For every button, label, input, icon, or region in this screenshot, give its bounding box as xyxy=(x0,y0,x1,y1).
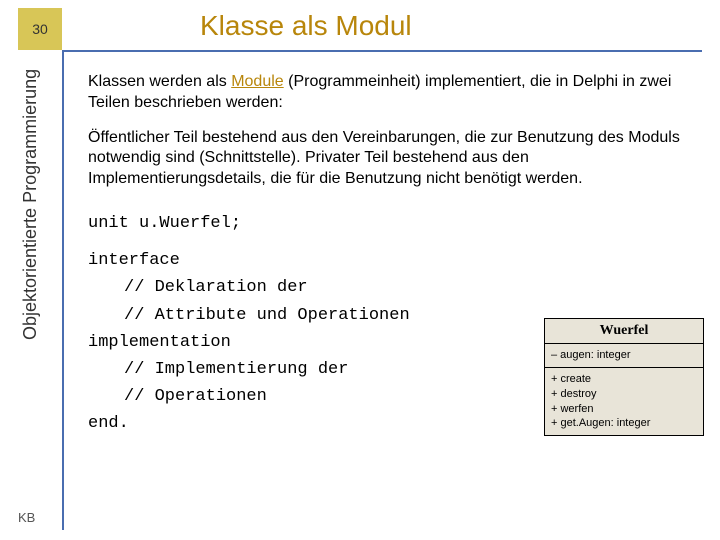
uml-attr: – augen: integer xyxy=(551,348,697,363)
code-line: unit u.Wuerfel; xyxy=(88,210,508,237)
paragraph-details: Öffentlicher Teil bestehend aus den Vere… xyxy=(88,128,700,190)
uml-op: + create xyxy=(551,372,697,387)
uml-op: + werfen xyxy=(551,402,697,417)
page-number: 30 xyxy=(18,8,62,50)
uml-attributes: – augen: integer xyxy=(545,344,703,368)
sidebar-label: Objektorientierte Programmierung xyxy=(20,69,41,340)
code-line: // Implementierung der xyxy=(88,356,508,383)
code-line: implementation xyxy=(88,329,508,356)
code-line: interface xyxy=(88,247,508,274)
text: Klassen werden als xyxy=(88,73,231,90)
code-line: end. xyxy=(88,410,508,437)
paragraph-intro: Klassen werden als Module (Programmeinhe… xyxy=(88,72,700,114)
uml-class-box: Wuerfel – augen: integer + create + dest… xyxy=(544,318,704,436)
divider-vertical xyxy=(62,50,64,530)
highlight-module: Module xyxy=(231,73,283,90)
code-line: // Deklaration der xyxy=(88,274,508,301)
uml-class-name: Wuerfel xyxy=(545,319,703,344)
slide-title: Klasse als Modul xyxy=(200,10,412,42)
code-block: unit u.Wuerfel; interface // Deklaration… xyxy=(88,210,508,438)
uml-op: + get.Augen: integer xyxy=(551,416,697,431)
divider-horizontal xyxy=(62,50,702,52)
code-line: // Operationen xyxy=(88,383,508,410)
uml-op: + destroy xyxy=(551,387,697,402)
code-line: // Attribute und Operationen xyxy=(88,302,508,329)
footer-label: KB xyxy=(18,510,35,525)
uml-operations: + create + destroy + werfen + get.Augen:… xyxy=(545,368,703,435)
